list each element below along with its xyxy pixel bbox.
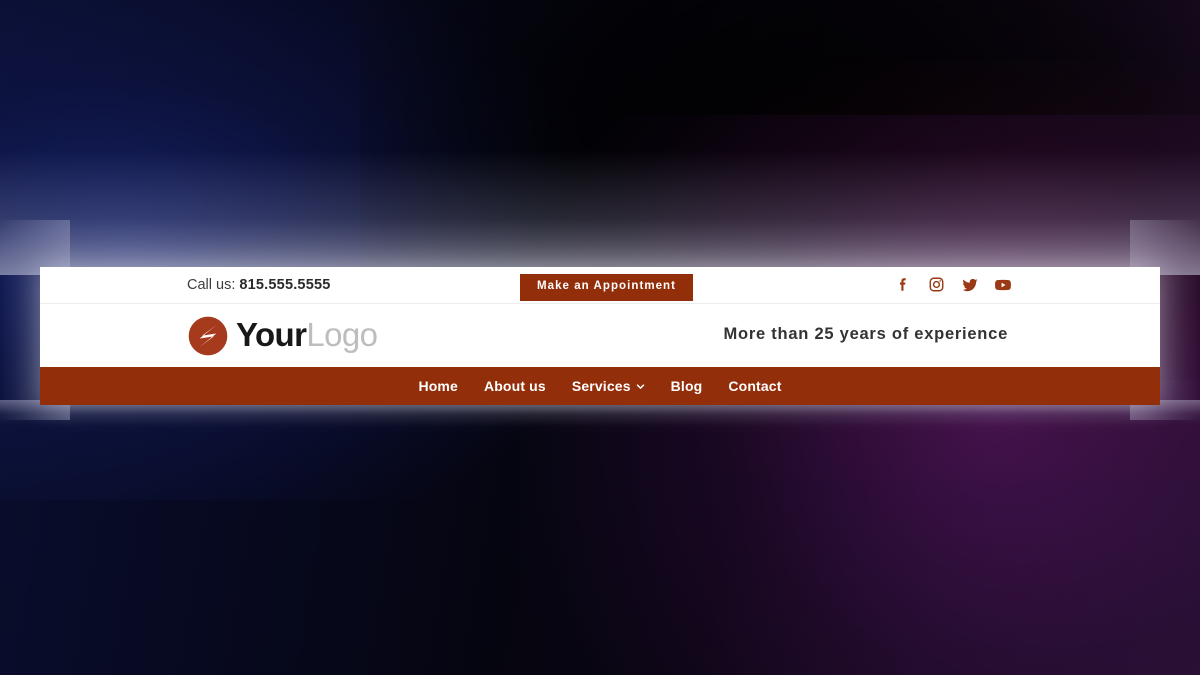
site-header-panel: Call us: 815.555.5555 Make an Appointmen… — [40, 267, 1160, 405]
nav-item-label: Blog — [670, 378, 703, 394]
instagram-icon[interactable] — [927, 275, 946, 294]
nav-item-label: About us — [483, 378, 546, 394]
utility-bar: Call us: 815.555.5555 Make an Appointmen… — [40, 267, 1160, 304]
logo-word-secondary: Logo — [306, 316, 378, 353]
facebook-icon[interactable] — [894, 275, 913, 294]
phone-number[interactable]: 815.555.5555 — [239, 277, 330, 293]
nav-item-contact[interactable]: Contact — [728, 379, 781, 393]
nav-list: Home About us Services Blog Contact — [418, 379, 781, 393]
nav-item-label: Home — [418, 378, 458, 394]
nav-item-home[interactable]: Home — [418, 379, 458, 393]
make-an-appointment-button[interactable]: Make an Appointment — [520, 274, 694, 301]
nav-item-label: Contact — [728, 378, 782, 394]
nav-item-about-us[interactable]: About us — [484, 379, 546, 393]
nav-item-label: Services — [571, 378, 631, 394]
header-tagline: More than 25 years of experience — [723, 325, 1008, 343]
social-links — [894, 275, 1012, 294]
logo-wordmark: YourLogo — [236, 316, 378, 354]
nav-item-blog[interactable]: Blog — [671, 379, 703, 393]
chevron-down-icon[interactable] — [636, 382, 645, 391]
main-navigation: Home About us Services Blog Contact — [40, 367, 1160, 405]
logo-word-primary: Your — [236, 316, 307, 353]
brand-row: YourLogo More than 25 years of experienc… — [40, 304, 1160, 367]
logo-mark-icon — [187, 315, 229, 357]
nav-item-services[interactable]: Services — [572, 379, 645, 393]
call-us-block: Call us: 815.555.5555 — [187, 278, 331, 293]
screenshot-stage: Call us: 815.555.5555 Make an Appointmen… — [0, 0, 1200, 675]
site-logo[interactable]: YourLogo — [187, 315, 378, 357]
twitter-icon[interactable] — [960, 275, 979, 294]
call-us-label: Call us: — [187, 277, 236, 293]
background-halo-top — [0, 150, 1200, 275]
youtube-icon[interactable] — [993, 275, 1012, 294]
